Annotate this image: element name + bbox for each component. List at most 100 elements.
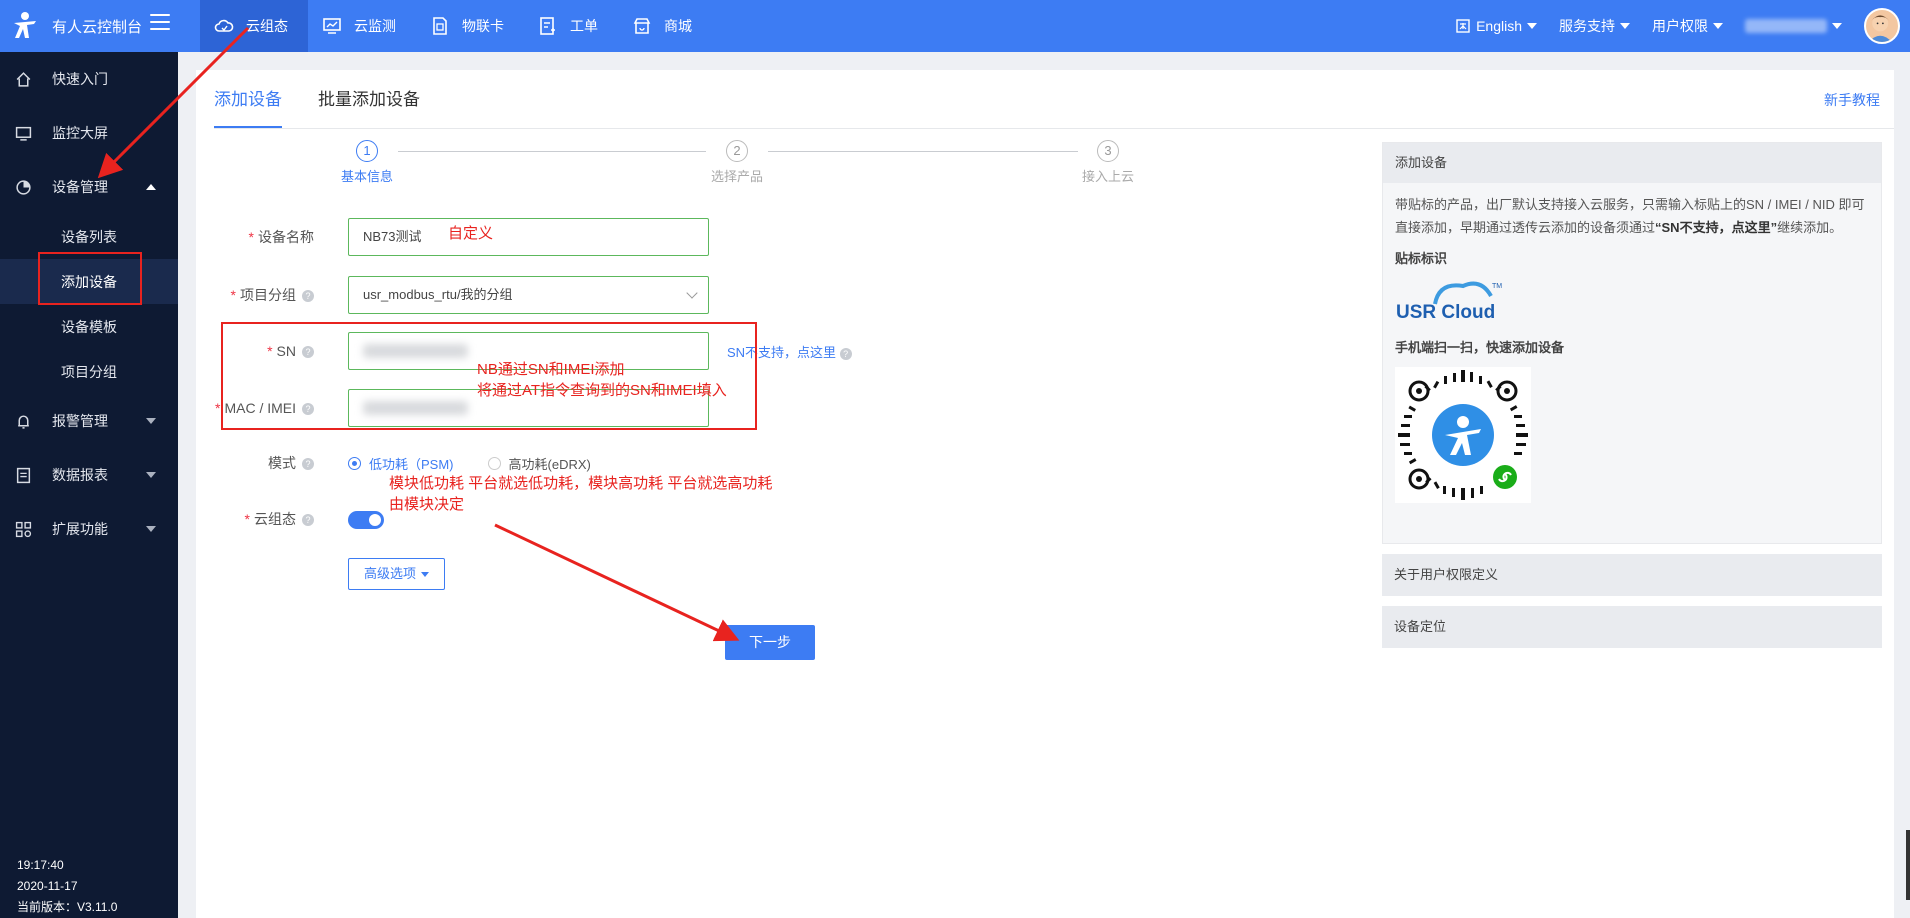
- help-icon[interactable]: ?: [302, 290, 314, 303]
- radio-high-power[interactable]: 高功耗(eDRX): [487, 454, 591, 473]
- panel-body: 带贴标的产品，出厂默认支持接入云服务，只需输入标贴上的SN / IMEI / N…: [1383, 183, 1881, 513]
- required-mark: *: [214, 400, 221, 416]
- device-name-value: NB73测试: [363, 229, 422, 244]
- advanced-options-button[interactable]: 高级选项: [348, 558, 445, 590]
- ticket-icon: [540, 17, 555, 35]
- scan-title: 手机端扫一扫，快速添加设备: [1395, 340, 1565, 355]
- caret-down-icon: [421, 572, 429, 578]
- brand-title: 有人云控制台: [52, 19, 143, 36]
- device-name-label: 设备名称: [258, 229, 314, 245]
- support-label: 服务支持: [1559, 18, 1615, 34]
- page-scrollbar[interactable]: [1906, 830, 1910, 900]
- radio-dot: [487, 457, 501, 470]
- sidebar-item-extension[interactable]: 扩展功能: [0, 502, 178, 556]
- tab-batch-add-device[interactable]: 批量添加设备: [318, 70, 420, 128]
- tab-bar: 添加设备 批量添加设备: [214, 70, 456, 128]
- sidebar-footer: 19:17:40 2020-11-17 当前版本：V3.11.0: [17, 855, 117, 918]
- chevron-up-icon: [146, 184, 156, 190]
- help-icon[interactable]: ?: [302, 458, 314, 471]
- step-3: 3 接入上云: [1058, 140, 1158, 185]
- cloud-toggle[interactable]: [348, 511, 384, 529]
- desc-part-2: 继续添加。: [1777, 220, 1843, 235]
- language-label: English: [1476, 18, 1522, 34]
- translate-icon: [1456, 19, 1470, 33]
- qr-code: [1395, 367, 1531, 503]
- main-content: 添加设备 批量添加设备 新手教程 1 基本信息 2 选择产品 3 接入上云 * 设…: [196, 70, 1894, 918]
- radio-label: 低功耗（PSM): [369, 457, 454, 472]
- nav-label: 云监测: [354, 18, 396, 34]
- panel-title: 添加设备: [1383, 143, 1881, 183]
- sidebar-subitem-project-group[interactable]: 项目分组: [0, 349, 178, 394]
- tab-add-device[interactable]: 添加设备: [214, 70, 282, 128]
- sidebar-item-screen[interactable]: 监控大屏: [0, 106, 178, 160]
- screen-icon: [15, 126, 32, 141]
- annotation-sn-note-2: 将通过AT指令查询到的SN和IMEI填入: [477, 382, 727, 399]
- device-name-input[interactable]: NB73测试: [348, 218, 709, 256]
- chevron-down-icon: [146, 472, 156, 478]
- top-right-menu: English 服务支持 用户权限: [1456, 0, 1910, 52]
- step-number: 3: [1097, 140, 1119, 162]
- project-group-value: usr_modbus_rtu/我的分组: [363, 287, 513, 302]
- sidebar-item-label: 快速入门: [52, 71, 108, 87]
- radio-low-power[interactable]: 低功耗（PSM): [348, 454, 454, 473]
- support-menu[interactable]: 服务支持: [1559, 16, 1630, 36]
- panel-permissions[interactable]: 关于用户权限定义: [1382, 554, 1882, 596]
- panel-device-location[interactable]: 设备定位: [1382, 606, 1882, 648]
- report-icon: [16, 467, 31, 483]
- help-icon[interactable]: ?: [839, 348, 852, 360]
- menu-toggle-icon[interactable]: [150, 14, 170, 32]
- usr-logo-icon: [14, 12, 36, 38]
- nav-sim[interactable]: 物联卡: [416, 0, 524, 52]
- tutorial-link[interactable]: 新手教程: [1824, 90, 1880, 110]
- radio-label: 高功耗(eDRX): [508, 457, 591, 472]
- mini-program-code-icon: [1398, 370, 1528, 500]
- sidebar-item-alarm[interactable]: 报警管理: [0, 394, 178, 448]
- sidebar-item-quickstart[interactable]: 快速入门: [0, 52, 178, 106]
- sidebar-subitem-device-template[interactable]: 设备模板: [0, 304, 178, 349]
- help-icon[interactable]: ?: [302, 514, 314, 527]
- avatar[interactable]: [1864, 8, 1900, 44]
- next-step-button[interactable]: 下一步: [725, 625, 815, 660]
- sidebar-item-label: 报警管理: [52, 413, 108, 429]
- sidebar-item-label: 扩展功能: [52, 521, 108, 537]
- nav-label: 物联卡: [462, 18, 504, 34]
- nav-cloud[interactable]: 云组态: [200, 0, 308, 52]
- permissions-label: 用户权限: [1652, 18, 1708, 34]
- sidebar-item-label: 监控大屏: [52, 125, 108, 141]
- cloud-icon: [214, 19, 234, 32]
- step-label: 接入上云: [1081, 169, 1134, 184]
- step-label: 基本信息: [340, 169, 393, 184]
- sidebar-item-device-management[interactable]: 设备管理: [0, 160, 178, 214]
- info-panel: 添加设备 带贴标的产品，出厂默认支持接入云服务，只需输入标贴上的SN / IME…: [1382, 142, 1882, 544]
- sim-card-icon: [433, 17, 447, 35]
- mode-label: 模式: [268, 455, 296, 471]
- step-indicator: 1 基本信息 2 选择产品 3 接入上云: [336, 140, 1376, 190]
- home-icon: [16, 71, 31, 87]
- top-bar: 有人云控制台 云组态 云监测 物联卡 工单 商城 English 服务支持 用户…: [0, 0, 1910, 52]
- cloud-label: 云组态: [254, 511, 296, 527]
- annotation-mode-note-2: 由模块决定: [389, 496, 465, 513]
- project-group-select[interactable]: usr_modbus_rtu/我的分组: [348, 276, 709, 314]
- chevron-down-icon: [1832, 23, 1842, 29]
- permissions-menu[interactable]: 用户权限: [1652, 16, 1723, 36]
- alarm-icon: [18, 414, 29, 429]
- shop-icon: [633, 18, 651, 34]
- extension-icon: [15, 521, 32, 537]
- nav-shop[interactable]: 商城: [618, 0, 712, 52]
- chevron-down-icon: [146, 418, 156, 424]
- version-label: 当前版本：V3.11.0: [17, 900, 118, 914]
- nav-ticket[interactable]: 工单: [524, 0, 618, 52]
- step-label: 选择产品: [710, 169, 763, 184]
- current-date: 2020-11-17: [17, 879, 78, 893]
- required-mark: *: [248, 229, 254, 245]
- language-switch[interactable]: English: [1456, 18, 1537, 34]
- nav-monitor[interactable]: 云监测: [308, 0, 416, 52]
- mode-radio-group: 低功耗（PSM) 高功耗(eDRX): [348, 454, 625, 473]
- sidebar-item-report[interactable]: 数据报表: [0, 448, 178, 502]
- group-label-wrap: * 项目分组?: [196, 276, 328, 314]
- group-label: 项目分组: [240, 287, 296, 303]
- device-name-label-wrap: * 设备名称: [196, 218, 328, 256]
- user-menu[interactable]: [1745, 19, 1842, 33]
- form-row-cloud: * 云组态?: [196, 500, 1096, 538]
- annotation-sn-note-1: NB通过SN和IMEI添加: [477, 361, 625, 378]
